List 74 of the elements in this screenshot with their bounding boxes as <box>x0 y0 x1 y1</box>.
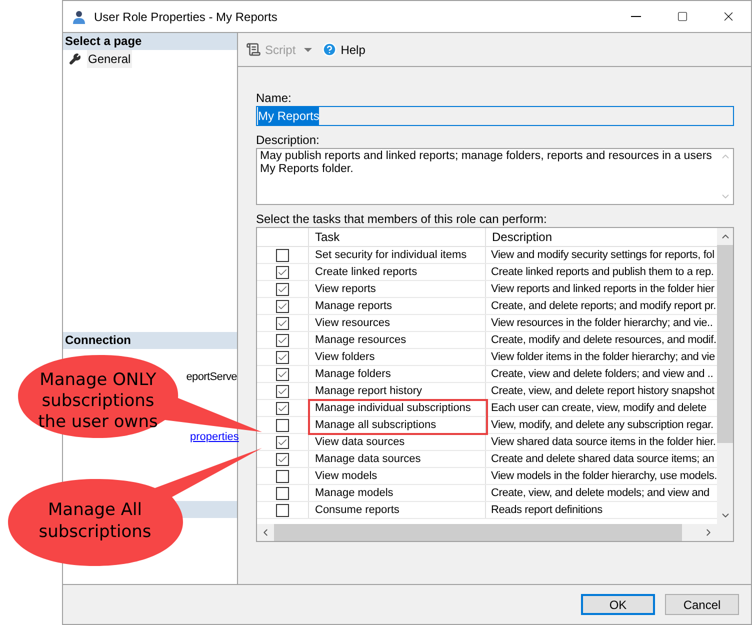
task-checkbox[interactable] <box>276 266 289 278</box>
description-cell-text: View reports and linked reports in the folder hier <box>490 282 716 297</box>
task-cell: Manage all subscriptions <box>309 417 486 433</box>
task-cell: View folders <box>309 349 486 365</box>
task-checkbox[interactable] <box>276 452 289 466</box>
callout-text: Manage ONLY subscriptions the user owns <box>37 370 159 433</box>
description-cell-text: Each user can create, view, modify and delete <box>490 400 708 416</box>
task-cell: Manage reports <box>309 298 486 314</box>
scroll-icon <box>246 42 261 57</box>
description-cell-text: View resources in the folder hierarchy; and vie.. <box>490 316 714 331</box>
sidebar-header: Select a page <box>63 33 237 50</box>
task-cell: Set security for individual items <box>309 247 486 263</box>
description-cell-text: Create, and delete reports; and modify report pr. <box>490 298 717 314</box>
description-cell-text: View, modify, and delete any subscription regar. <box>490 418 714 433</box>
task-checkbox[interactable] <box>276 368 289 380</box>
task-cell: Create linked reports <box>309 264 486 280</box>
description-cell-text: Create and delete shared data source items; an <box>490 452 716 467</box>
horizontal-scrollbar[interactable] <box>257 524 733 541</box>
wrench-icon <box>69 53 81 65</box>
task-cell: Manage individual subscriptions <box>309 400 486 416</box>
window-title: User Role Properties - My Reports <box>94 8 278 26</box>
description-cell-text: Create linked reports and publish them to a rep. <box>490 264 715 280</box>
task-checkbox[interactable] <box>276 418 289 432</box>
properties-link[interactable]: properties <box>190 428 239 445</box>
dropdown-arrow-icon <box>304 48 312 52</box>
description-cell-text: View shared data source items in the folder hier. <box>490 434 717 450</box>
task-checkbox[interactable] <box>276 248 289 262</box>
column-header[interactable]: Task <box>309 228 486 246</box>
task-cell: View data sources <box>309 434 486 450</box>
description-cell-text: View folder items in the folder hierarchy; and vie <box>490 350 716 365</box>
help-icon <box>322 42 337 57</box>
task-cell: Manage report history <box>309 383 486 399</box>
description-cell-text: Create, modify and delete resources, and modif. <box>490 332 717 348</box>
task-checkbox[interactable] <box>276 350 289 364</box>
task-cell: Manage data sources <box>309 451 486 467</box>
description-cell-text: View and modify security settings for reports, fol <box>490 248 716 263</box>
vertical-scrollbar[interactable] <box>717 228 733 524</box>
maximize-icon <box>676 11 688 22</box>
description-cell-text: Reads report definitions <box>490 502 604 518</box>
name-field[interactable]: My Reports <box>256 106 734 126</box>
task-checkbox[interactable] <box>276 436 289 448</box>
description-label: Description: <box>256 132 320 148</box>
description-cell-text: Create, view and delete folders; and view and .. <box>490 366 714 382</box>
task-checkbox[interactable] <box>276 282 289 296</box>
task-checkbox[interactable] <box>276 384 289 398</box>
task-checkbox[interactable] <box>276 402 289 414</box>
task-cell: View reports <box>309 281 486 297</box>
description-cell-text: View models in the folder hierarchy, use models. <box>490 468 717 484</box>
callout-text: Manage All subscriptions <box>38 499 152 543</box>
sidebar-item[interactable]: General <box>87 50 132 68</box>
task-cell: Manage folders <box>309 366 486 382</box>
dialog-button[interactable]: OK <box>581 594 655 615</box>
task-cell: Consume reports <box>309 502 486 518</box>
task-checkbox[interactable] <box>276 334 289 346</box>
task-checkbox[interactable] <box>276 300 289 312</box>
name-label: Name: <box>256 90 292 106</box>
task-cell: Manage resources <box>309 332 486 348</box>
tasks-label: Select the tasks that members of this role can perform: <box>256 211 548 227</box>
task-checkbox[interactable] <box>276 316 289 330</box>
task-checkbox[interactable] <box>276 470 289 482</box>
description-cell-text: Create, view, and delete models; and view and <box>490 486 710 501</box>
column-header[interactable]: Description <box>486 228 717 246</box>
task-checkbox[interactable] <box>276 504 289 516</box>
dialog-button[interactable]: Cancel <box>665 594 739 615</box>
connection-header: Connection <box>63 332 237 349</box>
server-name: eportServe <box>186 370 237 385</box>
help-button[interactable]: Help <box>322 40 366 58</box>
user-icon <box>72 10 86 24</box>
task-cell: View resources <box>309 315 486 331</box>
minimize-icon <box>631 16 641 17</box>
task-cell: View models <box>309 468 486 484</box>
description-cell-text: Create, view, and delete report history snapshot <box>490 384 716 399</box>
task-checkbox[interactable] <box>276 486 289 500</box>
task-cell: Manage models <box>309 485 486 501</box>
